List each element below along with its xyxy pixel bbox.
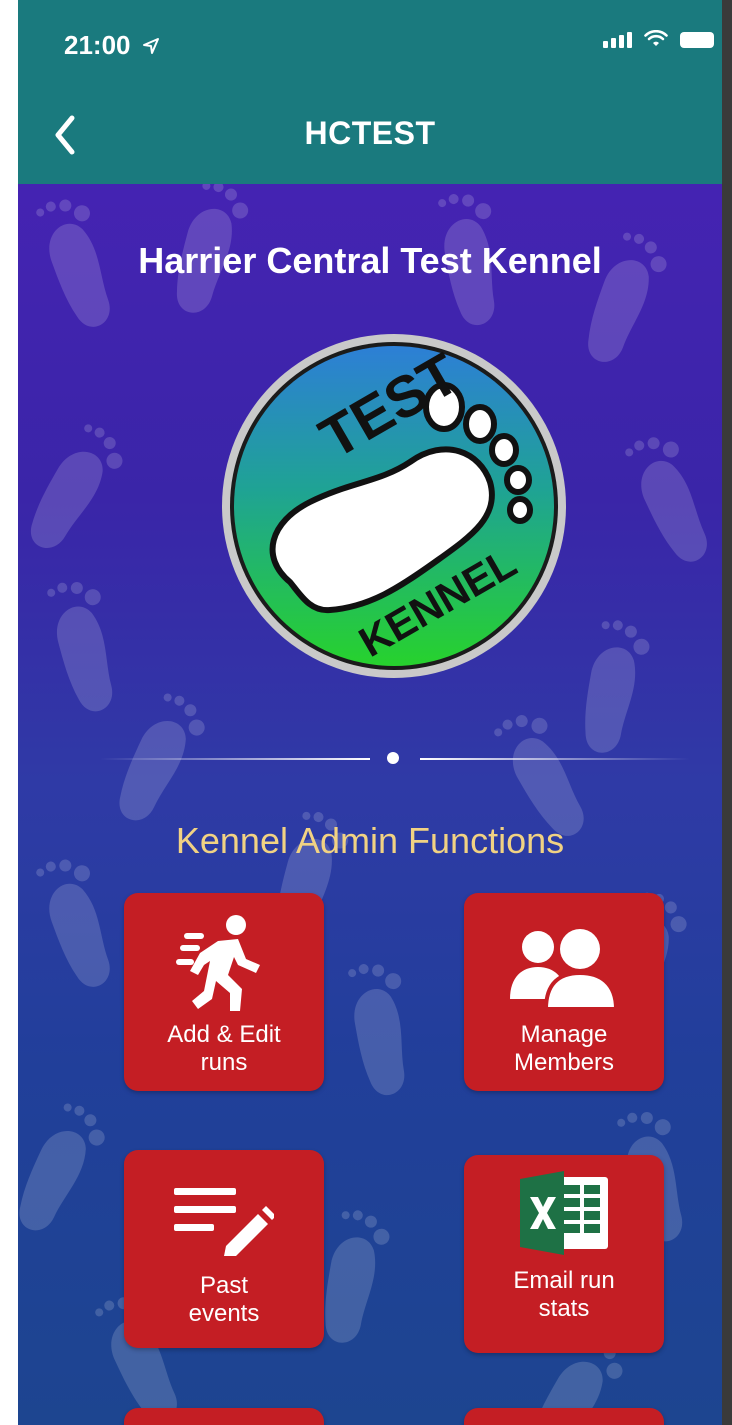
tile-label-line2: runs: [200, 1049, 248, 1076]
section-divider: [100, 752, 700, 764]
tile-label-line2: Members: [513, 1049, 615, 1076]
admin-tile-partial-right[interactable]: [464, 1408, 664, 1425]
kennel-logo: TEST KENNEL: [222, 334, 566, 678]
wifi-icon: [644, 30, 668, 46]
status-icons: [603, 30, 714, 48]
kennel-name: Harrier Central Test Kennel: [138, 240, 602, 281]
screenshot-right-edge: [722, 0, 732, 1425]
manage-members-button[interactable]: Manage Members: [464, 893, 664, 1091]
tile-label-line1: Email run: [513, 1267, 615, 1294]
add-edit-runs-button[interactable]: Add & Edit runs: [124, 893, 324, 1091]
cellular-signal-icon: [603, 32, 632, 48]
excel-icon: [520, 1171, 608, 1255]
app-screen: 21:00 HCTEST Harrier Central Test Kennel: [18, 0, 722, 1425]
navigation-bar: HCTEST: [18, 90, 722, 184]
admin-section-title: Kennel Admin Functions: [175, 820, 565, 861]
tile-label-line1: Manage: [520, 1021, 608, 1048]
tile-label-line2: events: [188, 1300, 260, 1327]
location-arrow-icon: [142, 38, 159, 54]
status-time: 21:00: [64, 30, 160, 61]
status-time-text: 21:00: [64, 30, 131, 60]
admin-tile-partial-left[interactable]: [124, 1408, 324, 1425]
members-icon: [510, 929, 619, 1009]
tile-label-line1: Add & Edit: [167, 1021, 281, 1048]
nav-title: HCTEST: [304, 115, 436, 151]
running-person-icon: [176, 915, 260, 1011]
battery-icon: [680, 32, 714, 48]
divider-line-right: [420, 758, 690, 760]
past-events-button[interactable]: Past events: [124, 1150, 324, 1348]
email-run-stats-button[interactable]: Email run stats: [464, 1155, 664, 1353]
divider-line-left: [100, 758, 370, 760]
divider-dot: [387, 752, 399, 764]
status-bar: 21:00: [18, 0, 722, 90]
tile-label-line1: Past: [199, 1272, 249, 1299]
edit-list-icon: [174, 1188, 274, 1256]
tile-label-line2: stats: [538, 1295, 590, 1322]
